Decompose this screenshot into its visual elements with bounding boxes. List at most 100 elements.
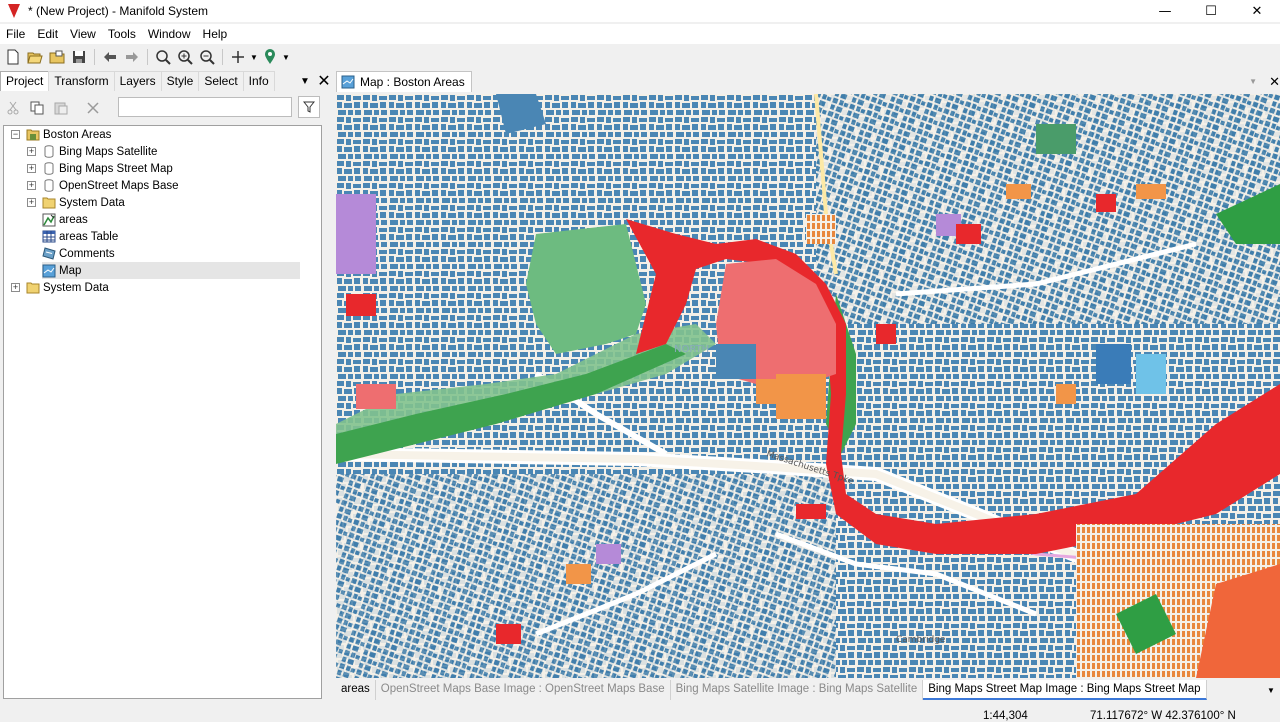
layer-tab-openstreet[interactable]: OpenStreet Maps Base Image : OpenStreet … [376, 680, 671, 700]
tab-project[interactable]: Project [0, 71, 50, 91]
forward-icon[interactable] [121, 46, 143, 68]
delete-icon[interactable] [82, 97, 104, 119]
tree-item-label: OpenStreet Maps Base [59, 179, 179, 192]
open-folder-icon[interactable] [46, 46, 68, 68]
title-bar: * (New Project) - Manifold System — ☐ ✕ [0, 0, 1280, 22]
project-filter-input[interactable] [118, 97, 292, 117]
paste-icon[interactable] [50, 97, 72, 119]
layer-tab-bing-satellite[interactable]: Bing Maps Satellite Image : Bing Maps Sa… [671, 680, 924, 700]
map-label-north: NORTH [674, 344, 709, 355]
tab-info[interactable]: Info [242, 71, 275, 91]
map-icon [42, 264, 56, 278]
tree-item-system-data-root[interactable]: + System Data [11, 279, 109, 296]
tree-item-label: System Data [59, 196, 125, 209]
menu-view[interactable]: View [64, 24, 102, 44]
cursor-coordinates: 71.117672° W 42.376100° N [1090, 710, 1236, 722]
tab-select[interactable]: Select [198, 71, 244, 91]
tree-item-map[interactable]: Map [42, 262, 300, 279]
tree-item-label: Bing Maps Satellite [59, 145, 158, 158]
tree-item-label: Comments [59, 247, 115, 260]
map-tab-title: Map : Boston Areas [360, 75, 465, 89]
expand-icon[interactable]: + [27, 181, 36, 190]
map-window-tab-strip: Map : Boston Areas ▼ ✕ [334, 71, 1280, 93]
minimize-button[interactable]: — [1142, 0, 1188, 22]
toolbar-separator [147, 49, 148, 65]
expand-icon[interactable]: + [11, 283, 20, 292]
tree-item-label: System Data [43, 281, 109, 294]
menu-bar: File Edit View Tools Window Help [0, 24, 1280, 44]
filter-icon[interactable] [298, 96, 320, 118]
layer-tab-strip: areas OpenStreet Maps Base Image : OpenS… [336, 680, 1280, 700]
zoom-in-icon[interactable] [174, 46, 196, 68]
save-icon[interactable] [68, 46, 90, 68]
expand-icon[interactable]: + [27, 164, 36, 173]
open-icon[interactable] [24, 46, 46, 68]
layer-tab-areas[interactable]: areas [336, 680, 376, 700]
panel-dropdown-icon[interactable]: ▼ [296, 71, 314, 91]
status-bar: 1:44,304 71.117672° W 42.376100° N [0, 702, 1280, 722]
panel-tab-strip: Project Transform Layers Style Select In… [0, 71, 334, 91]
tab-layers[interactable]: Layers [113, 71, 162, 91]
close-button[interactable]: ✕ [1234, 0, 1280, 22]
collapse-icon[interactable]: − [11, 130, 20, 139]
toolbar-separator [94, 49, 95, 65]
layer-tab-bing-street[interactable]: Bing Maps Street Map Image : Bing Maps S… [923, 680, 1207, 700]
map-window-close-icon[interactable]: ✕ [1269, 74, 1280, 90]
tree-item-bing-maps-satellite[interactable]: + Bing Maps Satellite [27, 143, 157, 160]
tree-item-areas[interactable]: areas [42, 211, 88, 228]
map-render[interactable]: NORTH Massachusetts Tpke Cambridge [336, 94, 1280, 678]
zoom-out-icon[interactable] [196, 46, 218, 68]
tree-item-bing-maps-street-map[interactable]: + Bing Maps Street Map [27, 160, 173, 177]
tab-map-boston-areas[interactable]: Map : Boston Areas [336, 71, 472, 92]
tree-item-openstreet-maps-base[interactable]: + OpenStreet Maps Base [27, 177, 179, 194]
expand-icon[interactable]: + [27, 198, 36, 207]
add-dropdown-caret-icon[interactable]: ▼ [249, 46, 259, 68]
tree-item-label: Boston Areas [43, 128, 112, 141]
back-icon[interactable] [99, 46, 121, 68]
menu-window[interactable]: Window [142, 24, 197, 44]
project-folder-icon [26, 128, 40, 142]
tree-item-label: areas [59, 213, 88, 226]
map-icon [341, 75, 355, 89]
layer-tab-scroll-icon[interactable]: ▼ [1264, 680, 1278, 700]
maximize-button[interactable]: ☐ [1188, 0, 1234, 22]
data-source-icon [42, 179, 56, 193]
drawing-icon [42, 213, 56, 227]
tree-item-label: areas Table [59, 230, 119, 243]
tree-item-label: Bing Maps Street Map [59, 162, 173, 175]
tree-item-areas-table[interactable]: areas Table [42, 228, 118, 245]
menu-help[interactable]: Help [197, 24, 234, 44]
map-canvas[interactable]: NORTH Massachusetts Tpke Cambridge [336, 94, 1280, 678]
main-toolbar: ▼ ▼ [0, 45, 1280, 69]
window-list-caret-icon[interactable]: ▼ [1249, 77, 1257, 86]
table-icon [42, 230, 56, 244]
tree-item-boston-areas[interactable]: − Boston Areas [11, 126, 111, 143]
zoom-to-fit-icon[interactable] [152, 46, 174, 68]
folder-icon [26, 281, 40, 295]
locator-icon[interactable] [259, 46, 281, 68]
toolbar-separator [222, 49, 223, 65]
tab-transform[interactable]: Transform [48, 71, 115, 91]
menu-tools[interactable]: Tools [102, 24, 142, 44]
add-icon[interactable] [227, 46, 249, 68]
map-label-cambridge: Cambridge [896, 635, 946, 645]
cut-icon[interactable] [2, 97, 24, 119]
folder-icon [42, 196, 56, 210]
menu-file[interactable]: File [0, 24, 31, 44]
project-tree: − Boston Areas + Bing Maps Satellite + B… [3, 125, 322, 699]
tree-item-label: Map [59, 264, 82, 277]
locator-dropdown-caret-icon[interactable]: ▼ [281, 46, 291, 68]
new-icon[interactable] [2, 46, 24, 68]
copy-icon[interactable] [26, 97, 48, 119]
comments-icon [42, 247, 56, 261]
app-logo-icon [8, 4, 20, 18]
menu-edit[interactable]: Edit [31, 24, 64, 44]
data-source-icon [42, 145, 56, 159]
map-scale[interactable]: 1:44,304 [983, 710, 1028, 722]
tree-item-comments[interactable]: Comments [42, 245, 115, 262]
tab-style[interactable]: Style [160, 71, 200, 91]
tree-item-system-data[interactable]: + System Data [27, 194, 125, 211]
expand-icon[interactable]: + [27, 147, 36, 156]
data-source-icon [42, 162, 56, 176]
panel-close-icon[interactable]: ✕ [314, 71, 334, 91]
